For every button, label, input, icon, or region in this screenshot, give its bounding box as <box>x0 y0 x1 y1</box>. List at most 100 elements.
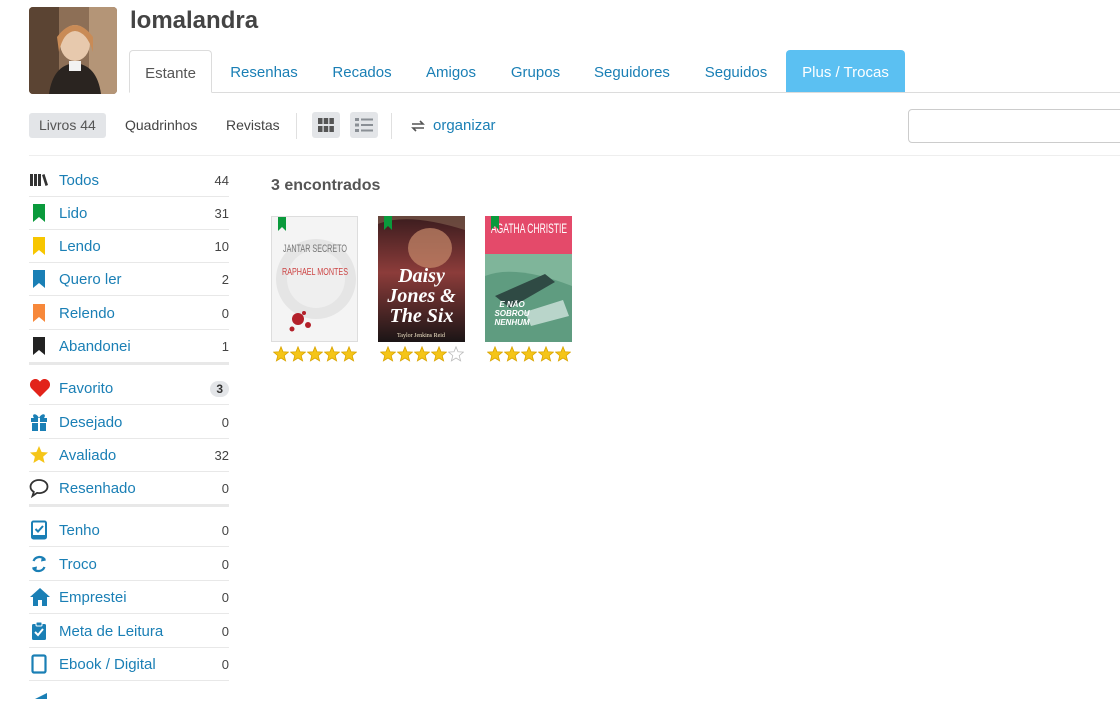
sidebar-item-label: Resenhado <box>59 479 136 497</box>
books-icon <box>29 170 55 190</box>
sidebar-item-count: 0 <box>221 556 229 572</box>
gift-icon <box>29 412 55 432</box>
sidebar-item-resenhado[interactable]: Resenhado 0 <box>29 472 229 507</box>
sidebar-item-quero-ler[interactable]: Quero ler 2 <box>29 263 229 296</box>
book-cover-title: JANTAR SECRETO <box>283 243 347 255</box>
sidebar-item-label: Quero ler <box>59 270 122 288</box>
tablet-icon <box>29 654 55 674</box>
book-cover-daisy-jones[interactable]: Daisy Jones & The Six Taylor Jenkins Rei… <box>378 216 465 342</box>
sidebar-item-label: Todos <box>59 171 100 189</box>
tab-amigos[interactable]: Amigos <box>415 50 487 92</box>
bookmark-green-icon <box>29 203 55 223</box>
organize-button[interactable]: organizar <box>410 114 496 138</box>
list-view-button[interactable] <box>350 112 378 138</box>
sidebar-item-count: 0 <box>221 522 229 538</box>
sidebar-item-label: Lido <box>59 204 88 222</box>
sidebar-item-count: 2 <box>221 271 229 287</box>
list-icon <box>355 118 373 132</box>
book-cover-author: RAPHAEL MONTES <box>282 267 348 278</box>
grid-view-button[interactable] <box>312 112 340 138</box>
book-cover-e-nao-sobrou-nenhum[interactable]: AGATHA CHRISTIE E NÃO SOBROU NENHUM <box>485 216 572 342</box>
star-icon <box>29 445 55 465</box>
clipboard-check-icon <box>29 621 55 641</box>
tab-grupos[interactable]: Grupos <box>500 50 571 92</box>
sidebar-item-tenho[interactable]: Tenho 0 <box>29 514 229 547</box>
favorites-count-badge: 3 <box>210 380 229 397</box>
star-filled-icon <box>504 346 520 362</box>
speech-bubble-icon <box>29 478 55 498</box>
star-filled-icon <box>487 346 503 362</box>
tab-estante[interactable]: Estante <box>129 50 212 93</box>
exchange-icon <box>29 554 55 574</box>
bookmark-black-icon <box>29 336 55 356</box>
sidebar-item-favorito[interactable]: Favorito 3 <box>29 372 229 405</box>
results-count: 3 encontrados <box>271 177 381 194</box>
sidebar-item-label: Troco <box>59 555 97 573</box>
sidebar-item-count: 10 <box>214 238 229 254</box>
sidebar-item-lido[interactable]: Lido 31 <box>29 197 229 230</box>
tab-seguidos[interactable]: Seguidos <box>694 50 778 92</box>
star-filled-icon <box>324 346 340 362</box>
sidebar-item-avaliado[interactable]: Avaliado 32 <box>29 439 229 472</box>
star-filled-icon <box>555 346 571 362</box>
search-input[interactable] <box>908 109 1120 143</box>
sidebar-item-label: Lendo <box>59 237 101 255</box>
book-cover-author: Taylor Jenkins Reid <box>397 333 445 339</box>
subtab-revistas[interactable]: Revistas <box>216 113 290 138</box>
toolbar-divider <box>296 113 297 139</box>
bookmark-blue-icon <box>29 269 55 289</box>
sidebar-item-count: 31 <box>214 205 229 221</box>
tab-plus-trocas[interactable]: Plus / Trocas <box>786 50 905 92</box>
toolbar-divider-horizontal <box>29 155 1120 156</box>
sidebar-item-label: Emprestei <box>59 588 127 606</box>
sidebar-item-meta-de-leitura[interactable]: Meta de Leitura 0 <box>29 615 229 648</box>
sidebar-item-count: 0 <box>221 414 229 430</box>
sidebar-item-label: Avaliado <box>59 446 117 464</box>
sidebar-next-item-icon <box>33 686 49 704</box>
check-book-icon <box>29 520 55 540</box>
subtab-livros[interactable]: Livros 44 <box>29 113 106 138</box>
sidebar-item-relendo[interactable]: Relendo 0 <box>29 297 229 330</box>
avatar[interactable] <box>29 7 117 94</box>
sidebar-item-count: 0 <box>221 480 229 496</box>
tab-resenhas[interactable]: Resenhas <box>218 50 310 92</box>
subtab-quadrinhos[interactable]: Quadrinhos <box>115 113 207 138</box>
house-icon <box>29 587 55 607</box>
sidebar-item-ebook-digital[interactable]: Ebook / Digital 0 <box>29 648 229 681</box>
bookmark-yellow-icon <box>29 236 55 256</box>
sidebar-item-troco[interactable]: Troco 0 <box>29 548 229 581</box>
star-filled-icon <box>414 346 430 362</box>
sidebar-item-count: 0 <box>221 305 229 321</box>
sidebar-item-label: Ebook / Digital <box>59 655 156 673</box>
book-cover-author: AGATHA CHRISTIE <box>491 220 567 236</box>
swap-arrows-icon <box>411 120 425 132</box>
sidebar-item-lendo[interactable]: Lendo 10 <box>29 230 229 263</box>
star-filled-icon <box>341 346 357 362</box>
book-rating-stars <box>380 346 467 362</box>
book-cover-jantar-secreto[interactable]: JANTAR SECRETO RAPHAEL MONTES <box>271 216 358 342</box>
sidebar-item-desejado[interactable]: Desejado 0 <box>29 406 229 439</box>
star-filled-icon <box>273 346 289 362</box>
book-rating-stars <box>487 346 574 362</box>
star-filled-icon <box>290 346 306 362</box>
sidebar-item-count: 32 <box>214 447 229 463</box>
book-cover-title: E NÃO SOBROU NENHUM <box>494 300 530 327</box>
sidebar-item-label: Favorito <box>59 379 114 397</box>
tab-seguidores[interactable]: Seguidores <box>582 50 682 92</box>
sidebar-item-count: 0 <box>221 589 229 605</box>
heart-icon <box>29 378 55 398</box>
sidebar-item-abandonei[interactable]: Abandonei 1 <box>29 330 229 365</box>
star-filled-icon <box>380 346 396 362</box>
star-filled-icon <box>538 346 554 362</box>
sidebar-item-label: Tenho <box>59 521 100 539</box>
sidebar-item-emprestei[interactable]: Emprestei 0 <box>29 581 229 614</box>
sidebar-item-label: Relendo <box>59 304 115 322</box>
grid-icon <box>318 118 334 132</box>
toolbar-divider <box>391 113 392 139</box>
bookmark-orange-icon <box>29 303 55 323</box>
tabs-divider <box>129 92 1120 93</box>
sidebar-item-count: 44 <box>214 172 229 188</box>
sidebar-item-todos[interactable]: Todos 44 <box>29 164 229 197</box>
star-empty-icon <box>448 346 464 362</box>
tab-recados[interactable]: Recados <box>318 50 406 92</box>
